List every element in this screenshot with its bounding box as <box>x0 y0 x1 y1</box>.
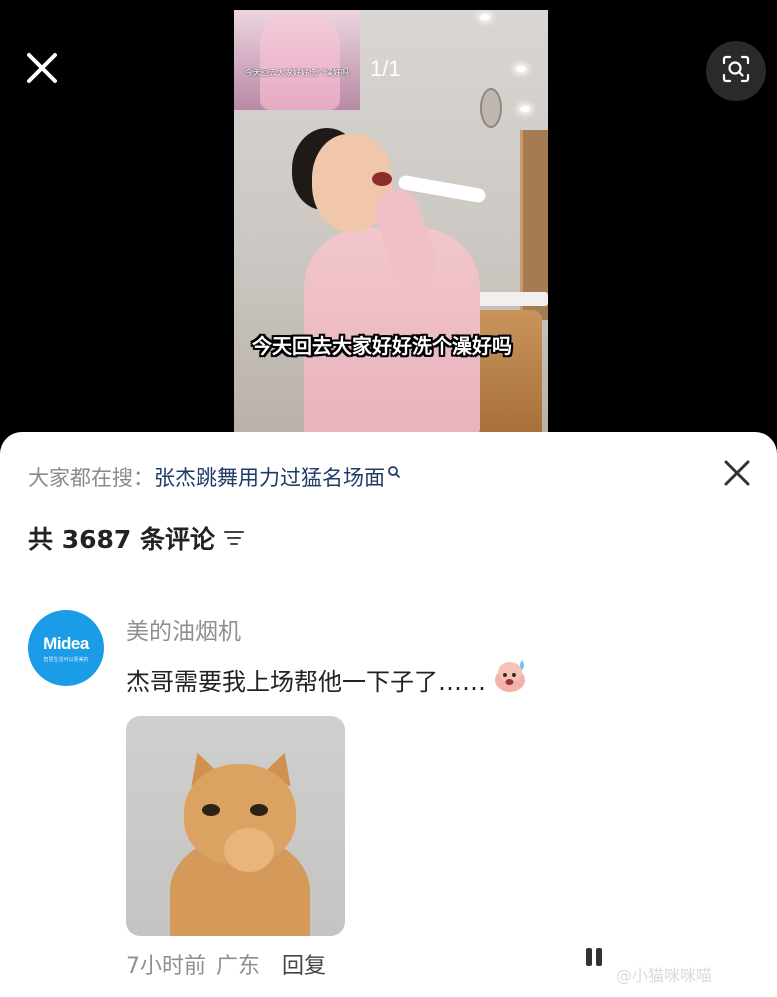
trending-search-prefix: 大家都在搜： <box>28 466 154 490</box>
comment-text: 杰哥需要我上场帮他一下子了…… <box>126 667 486 696</box>
comment-location: 广东 <box>216 954 261 979</box>
comment-username[interactable]: 美的油烟机 <box>126 612 241 646</box>
close-comments-button[interactable] <box>716 454 758 496</box>
person-mouth <box>372 172 392 186</box>
sort-filter-icon[interactable] <box>223 529 245 547</box>
media-viewer: 今天回去大家好好洗个澡好吗 1/1 今天回去大家好好洗个澡好吗 <box>0 0 777 440</box>
avatar-tagline: 智慧生活可以更美的 <box>43 656 89 663</box>
comment-count: 共 3687 条评论 <box>28 525 215 554</box>
close-viewer-button[interactable] <box>20 48 64 92</box>
trending-search-query[interactable]: 张杰跳舞用力过猛名场面 <box>154 462 385 492</box>
reply-button[interactable]: 回复 <box>282 948 326 980</box>
comment-sheet: 大家都在搜： 张杰跳舞用力过猛名场面 共 3687 条评论 Midea 智慧生活… <box>0 432 777 997</box>
comment-actions <box>580 946 614 972</box>
avatar[interactable]: Midea 智慧生活可以更美的 <box>28 610 104 686</box>
image-search-icon <box>721 54 751 88</box>
wall-clock <box>480 88 502 128</box>
page-indicator: 1/1 <box>370 56 401 81</box>
avatar-brand: Midea <box>43 633 89 653</box>
close-icon <box>723 459 751 491</box>
comment-count-row: 共 3687 条评论 <box>28 520 245 556</box>
inset-thumbnail: 今天回去大家好好洗个澡好吗 <box>234 10 360 110</box>
more-icon[interactable] <box>580 946 614 972</box>
comment-text-row: 杰哥需要我上场帮他一下子了…… <box>126 658 530 700</box>
close-icon <box>25 51 59 89</box>
comment-image-cat[interactable] <box>126 716 345 936</box>
comment-meta-row: 7小时前 广东 回复 <box>126 948 326 980</box>
sweat-face-emoji-icon <box>492 658 530 700</box>
trending-search-row[interactable]: 大家都在搜： 张杰跳舞用力过猛名场面 <box>28 462 401 492</box>
video-caption: 今天回去大家好好洗个澡好吗 <box>252 334 512 358</box>
inset-caption: 今天回去大家好好洗个澡好吗 <box>245 68 349 77</box>
cat-eye-left <box>202 804 220 816</box>
comment-time: 7小时前 <box>126 954 206 979</box>
watermark: @小猫咪咪喵 <box>616 966 713 985</box>
image-search-button[interactable] <box>706 41 766 101</box>
inset-figure <box>260 14 340 110</box>
cat-paw <box>224 828 274 872</box>
chair <box>472 310 542 432</box>
search-icon <box>387 460 401 484</box>
cat-eye-right <box>250 804 268 816</box>
